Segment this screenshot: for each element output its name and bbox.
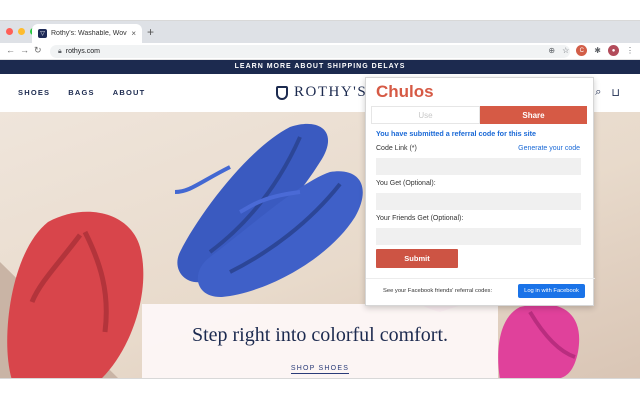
popup-tabs: Use Share <box>371 106 587 124</box>
header-icons: ⌕ ⊔ <box>595 86 620 99</box>
shop-shoes-link[interactable]: SHOP SHOES <box>290 365 350 374</box>
site-info-icon[interactable]: ⊕ <box>548 46 555 55</box>
browser-toolbar: ← → ↻ 🔒︎ rothys.com ⊕ ☆ C ✱ ● ⋮ <box>0 43 640 60</box>
chulos-extension-icon[interactable]: C <box>576 45 588 56</box>
code-link-label: Code Link (*) <box>376 145 417 152</box>
logo-mark-icon <box>276 85 288 100</box>
pink-sandal <box>498 304 580 378</box>
nav-about-link[interactable]: ABOUT <box>113 88 146 97</box>
extensions-puzzle-icon[interactable]: ✱ <box>594 46 601 55</box>
bookmark-star-icon[interactable]: ☆ <box>562 46 569 55</box>
address-url: rothys.com <box>65 48 100 55</box>
submit-button[interactable]: Submit <box>376 249 458 268</box>
blue-sandal-1-strap-2 <box>174 165 231 194</box>
tab-close-icon[interactable]: × <box>131 29 136 38</box>
code-link-input[interactable] <box>376 158 581 175</box>
friends-get-label: Your Friends Get (Optional): <box>376 215 464 222</box>
tab-title: Rothy's: Washable, Woven Fla… <box>51 30 127 37</box>
cart-bag-icon[interactable]: ⊔ <box>611 86 620 99</box>
tab-share[interactable]: Share <box>480 106 587 124</box>
lock-icon: 🔒︎ <box>58 47 62 55</box>
tab-strip: ▽ Rothy's: Washable, Woven Fla… × + <box>0 21 640 43</box>
hero-text-card: Step right into colorful comfort. SHOP S… <box>142 304 498 378</box>
back-arrow-icon[interactable]: ← <box>6 45 15 55</box>
tab-use[interactable]: Use <box>371 106 480 124</box>
chulos-extension-popup: Chulos Use Share You have submitted a re… <box>365 77 595 306</box>
logo-wordmark: ROTHY'S <box>294 84 368 100</box>
forward-arrow-icon[interactable]: → <box>20 45 29 55</box>
nav-shoes-link[interactable]: SHOES <box>18 88 50 97</box>
nav-bags-link[interactable]: BAGS <box>68 88 94 97</box>
close-window-button[interactable] <box>6 28 13 35</box>
rothys-favicon-icon: ▽ <box>38 29 47 38</box>
generate-code-link[interactable]: Generate your code <box>518 145 580 152</box>
search-icon[interactable]: ⌕ <box>595 86 601 99</box>
you-get-label: You Get (Optional): <box>376 180 436 187</box>
you-get-input[interactable] <box>376 193 581 210</box>
announcement-bar[interactable]: LEARN MORE ABOUT SHIPPING DELAYS <box>0 60 640 74</box>
hero-title: Step right into colorful comfort. <box>191 324 449 346</box>
address-bar[interactable]: 🔒︎ rothys.com <box>50 45 570 58</box>
chulos-logo: Chulos <box>376 82 434 101</box>
browser-window: ▽ Rothy's: Washable, Woven Fla… × + ← → … <box>0 20 640 379</box>
facebook-prompt: See your Facebook friends' referral code… <box>383 288 493 294</box>
profile-avatar[interactable]: ● <box>608 45 619 56</box>
facebook-login-button[interactable]: Log in with Facebook <box>518 284 585 298</box>
reload-icon[interactable]: ↻ <box>34 45 42 56</box>
new-tab-button[interactable]: + <box>147 25 154 39</box>
minimize-window-button[interactable] <box>18 28 25 35</box>
browser-tab-rothys[interactable]: ▽ Rothy's: Washable, Woven Fla… × <box>32 24 142 43</box>
site-nav: SHOES BAGS ABOUT <box>18 88 145 97</box>
browser-menu-icon[interactable]: ⋮ <box>626 46 634 55</box>
site-logo[interactable]: ROTHY'S <box>276 84 367 101</box>
facebook-row: See your Facebook friends' referral code… <box>366 278 595 306</box>
toolbar-icons: ⊕ ☆ C ✱ ● ⋮ <box>548 45 634 56</box>
page-bottom-margin <box>0 379 640 400</box>
submitted-notice: You have submitted a referral code for t… <box>376 129 537 138</box>
friends-get-input[interactable] <box>376 228 581 245</box>
red-sandal <box>7 211 144 378</box>
